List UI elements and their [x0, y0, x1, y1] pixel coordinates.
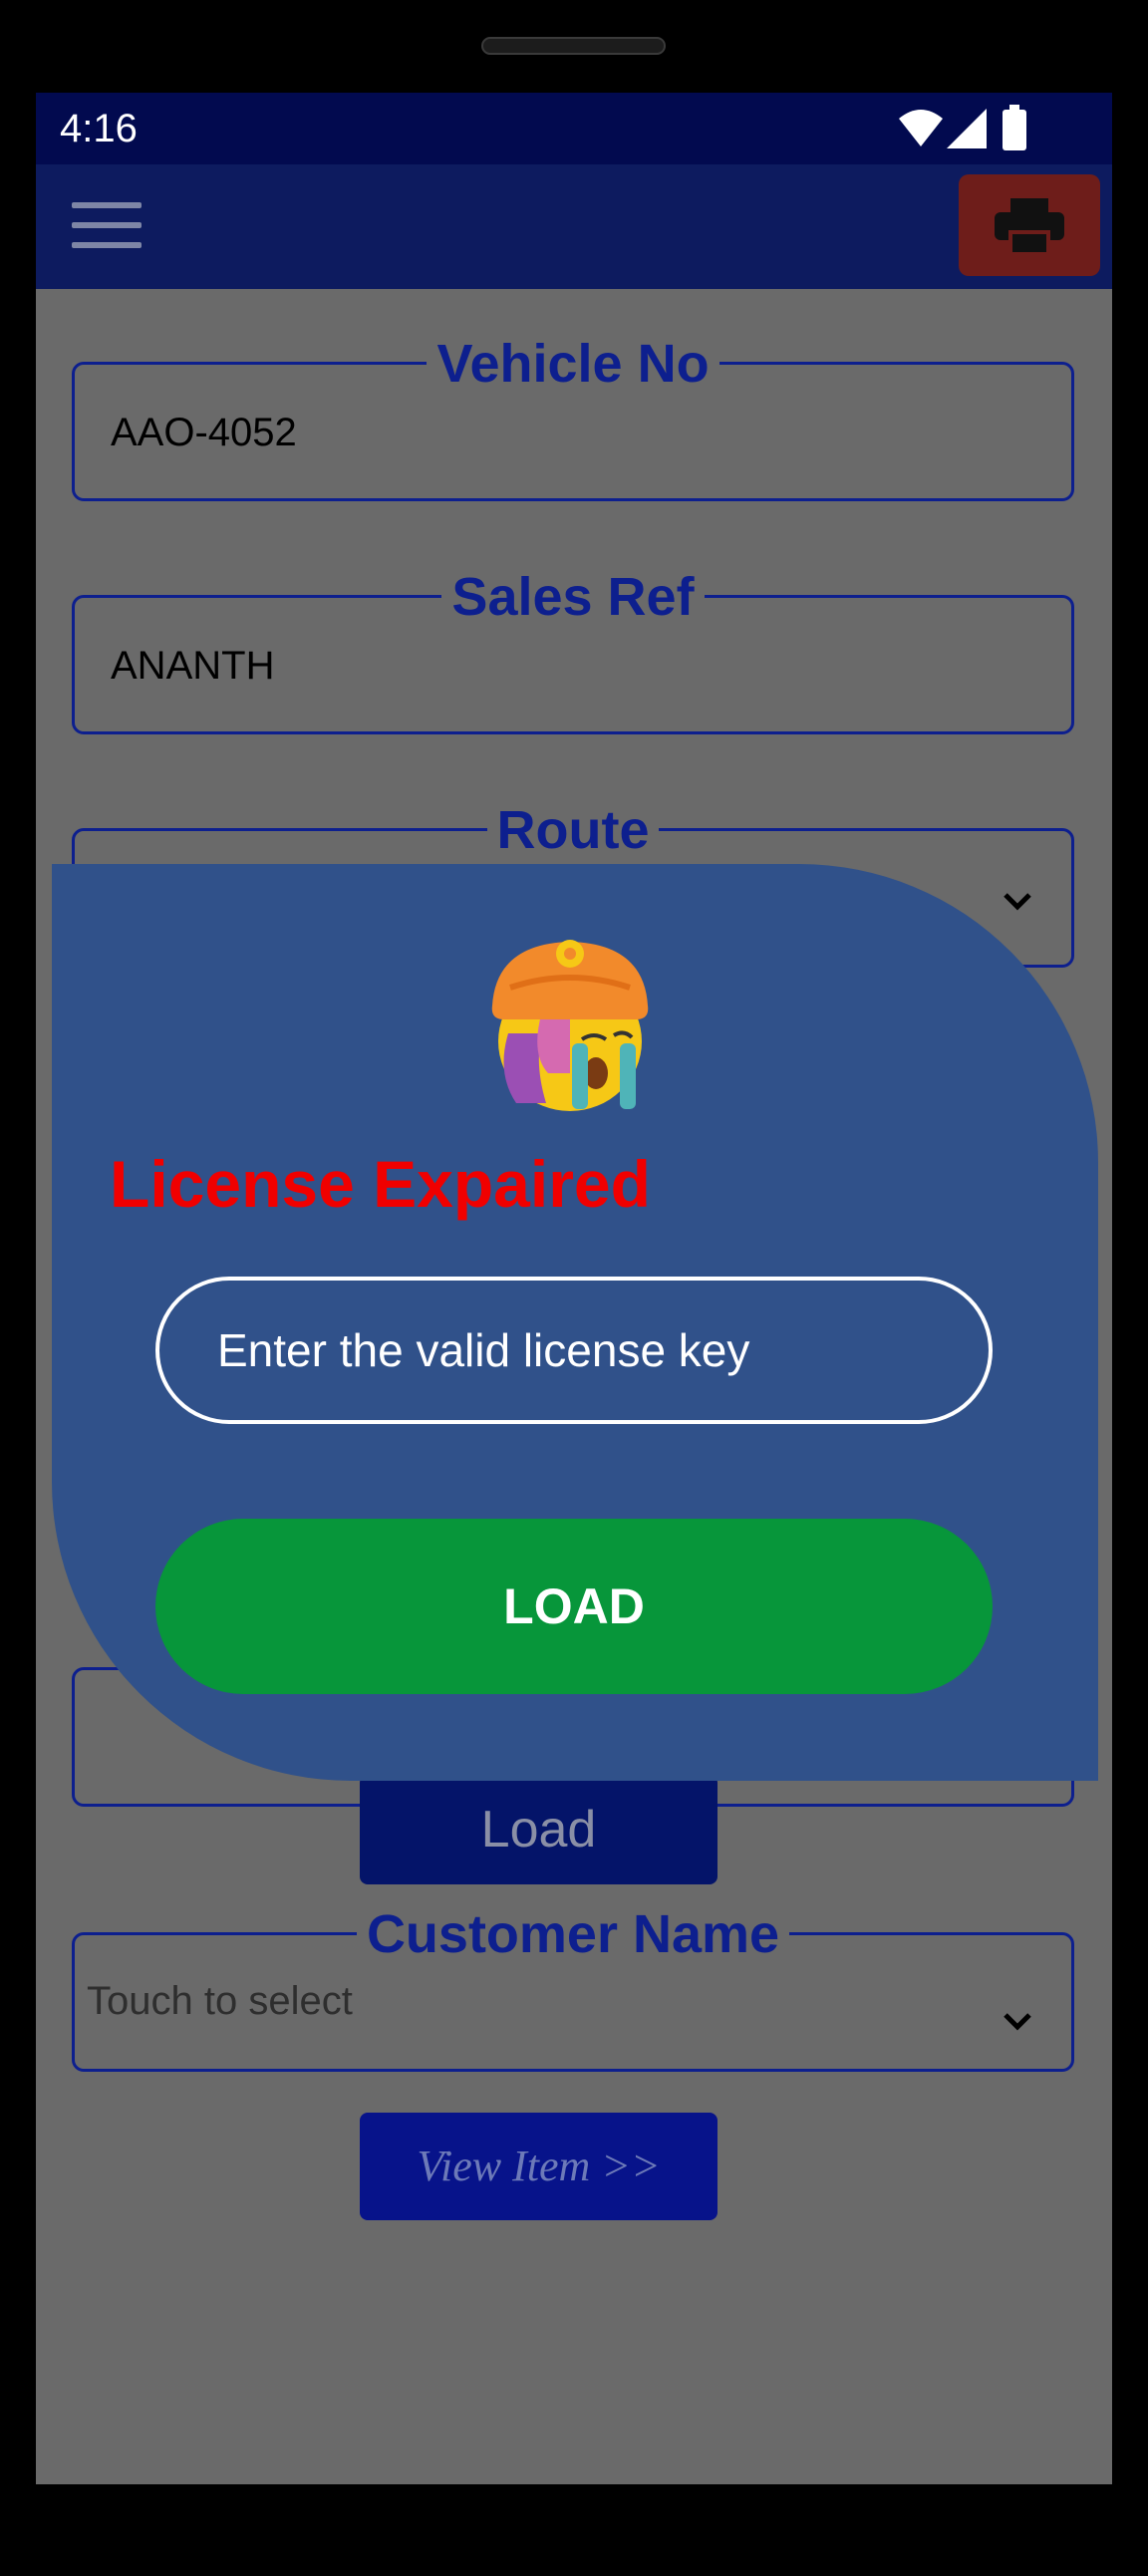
printer-icon	[995, 198, 1064, 254]
hamburger-menu-icon[interactable]	[66, 194, 149, 258]
cellular-signal-icon	[947, 109, 987, 148]
vehicle-no-value: AAO-4052	[111, 411, 297, 454]
sales-ref-label: Sales Ref	[441, 567, 705, 627]
status-time: 4:16	[60, 107, 138, 150]
license-load-button[interactable]: LOAD	[155, 1519, 993, 1694]
license-expired-title: License Expaired	[110, 1147, 651, 1221]
wifi-icon	[899, 110, 943, 146]
route-label: Route	[486, 800, 660, 860]
license-key-input[interactable]	[155, 1277, 993, 1424]
customer-name-label: Customer Name	[356, 1904, 790, 1964]
customer-name-select[interactable]: Customer Name Touch to select	[72, 1904, 1074, 2072]
chevron-down-icon	[1004, 2013, 1031, 2031]
customer-name-value: Touch to select	[87, 1979, 353, 2023]
crying-face-emoji-icon	[491, 940, 649, 1111]
device-frame: 4:16 Vehicle No AAO-4052 Sales Ref ANANT…	[0, 0, 1148, 2576]
app-screen: 4:16 Vehicle No AAO-4052 Sales Ref ANANT…	[36, 93, 1112, 2484]
view-item-button[interactable]: View Item >>	[360, 2113, 718, 2220]
sales-ref-value: ANANTH	[111, 644, 275, 688]
print-button[interactable]	[959, 174, 1100, 276]
sales-ref-field[interactable]: Sales Ref ANANTH	[72, 567, 1074, 734]
device-speaker	[481, 37, 666, 55]
app-bar	[36, 164, 1112, 289]
status-bar: 4:16	[36, 93, 1112, 164]
vehicle-no-label: Vehicle No	[427, 334, 719, 394]
battery-icon	[1003, 105, 1026, 150]
chevron-down-icon	[1004, 893, 1031, 911]
load-button[interactable]: Load	[360, 1775, 718, 1884]
vehicle-no-field[interactable]: Vehicle No AAO-4052	[72, 334, 1074, 501]
